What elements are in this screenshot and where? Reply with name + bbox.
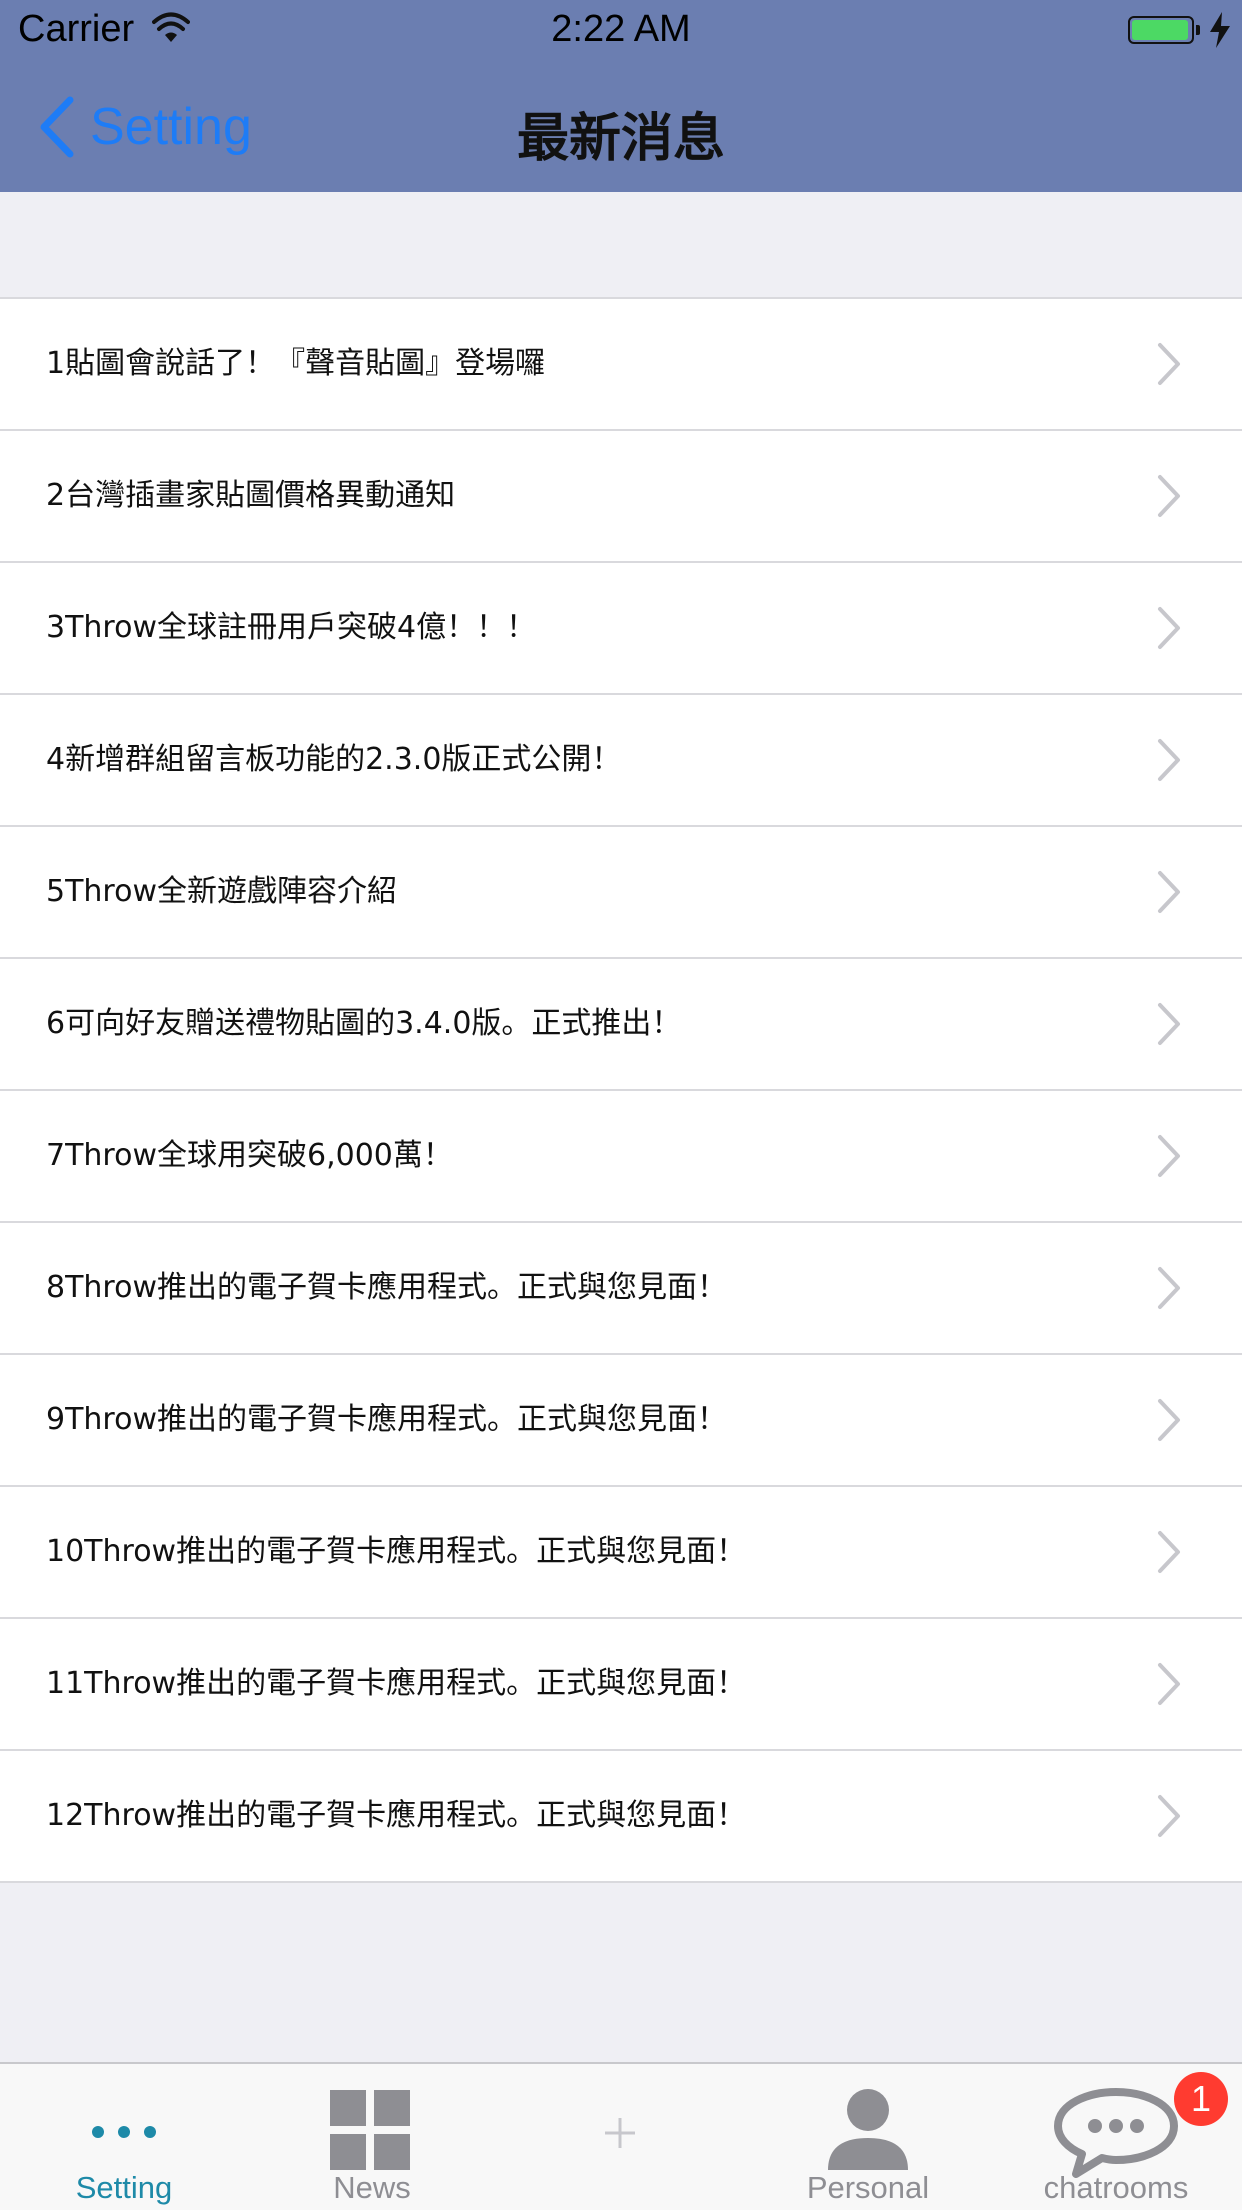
tab-label-news: News [333, 2170, 411, 2205]
navigation-bar: Carrier 2:22 AM Setting 最新消息 [0, 0, 1242, 192]
news-title: 6可向好友贈送禮物貼圖的3.4.0版。正式推出！ [46, 1006, 682, 1041]
tab-label-personal: Personal [806, 2170, 930, 2205]
chevron-right-icon [1158, 1003, 1180, 1045]
news-row[interactable]: 2台灣插畫家貼圖價格異動通知 [0, 431, 1242, 563]
news-row[interactable]: 3Throw全球註冊用戶突破4億！！！ [0, 563, 1242, 695]
grid-icon [330, 2090, 410, 2170]
news-row[interactable]: 5Throw全新遊戲陣容介紹 [0, 827, 1242, 959]
news-row[interactable]: 9Throw推出的電子賀卡應用程式。正式與您見面！ [0, 1355, 1242, 1487]
news-row[interactable]: 4新增群組留言板功能的2.3.0版正式公開！ [0, 695, 1242, 827]
tab-add[interactable] [496, 2064, 744, 2210]
chevron-right-icon [1158, 1135, 1180, 1177]
news-row[interactable]: 6可向好友贈送禮物貼圖的3.4.0版。正式推出！ [0, 959, 1242, 1091]
news-title: 11Throw推出的電子賀卡應用程式。正式與您見面！ [46, 1666, 747, 1701]
news-title: 10Throw推出的電子賀卡應用程式。正式與您見面！ [46, 1534, 747, 1569]
battery-tip [1196, 25, 1200, 35]
news-row[interactable]: 8Throw推出的電子賀卡應用程式。正式與您見面！ [0, 1223, 1242, 1355]
chevron-right-icon [1158, 739, 1180, 781]
status-time: 2:22 AM [551, 8, 691, 50]
status-bar: Carrier 2:22 AM [0, 0, 1242, 60]
news-title: 8Throw推出的電子賀卡應用程式。正式與您見面！ [46, 1270, 727, 1305]
chevron-right-icon [1158, 1531, 1180, 1573]
news-row[interactable]: 10Throw推出的電子賀卡應用程式。正式與您見面！ [0, 1487, 1242, 1619]
news-list: 1貼圖會說話了！『聲音貼圖』登場囉 2台灣插畫家貼圖價格異動通知 3Throw全… [0, 297, 1242, 1883]
chevron-right-icon [1158, 1399, 1180, 1441]
more-dots-icon [92, 2126, 156, 2138]
chevron-right-icon [1158, 1795, 1180, 1837]
news-title: 9Throw推出的電子賀卡應用程式。正式與您見面！ [46, 1402, 727, 1437]
battery-icon [1128, 16, 1194, 44]
chevron-right-icon [1158, 871, 1180, 913]
news-title: 4新增群組留言板功能的2.3.0版正式公開！ [46, 742, 622, 777]
chevron-right-icon [1158, 1267, 1180, 1309]
news-title: 5Throw全新遊戲陣容介紹 [46, 874, 397, 909]
news-title: 2台灣插畫家貼圖價格異動通知 [46, 478, 456, 513]
chevron-right-icon [1158, 475, 1180, 517]
tab-setting[interactable]: Setting [0, 2064, 248, 2210]
chat-badge: 1 [1174, 2072, 1228, 2126]
news-title: 12Throw推出的電子賀卡應用程式。正式與您見面！ [46, 1798, 747, 1833]
tab-personal[interactable]: Personal [744, 2064, 992, 2210]
tab-label-chatrooms: chatrooms [1043, 2170, 1189, 2205]
news-title: 1貼圖會說話了！『聲音貼圖』登場囉 [46, 346, 546, 381]
chevron-right-icon [1158, 343, 1180, 385]
news-title: 7Throw全球用突破6,000萬！ [46, 1138, 453, 1173]
page-title: 最新消息 [516, 109, 725, 169]
tab-label-setting: Setting [75, 2170, 173, 2205]
news-row[interactable]: 11Throw推出的電子賀卡應用程式。正式與您見面！ [0, 1619, 1242, 1751]
tab-news[interactable]: News [248, 2064, 496, 2210]
news-title: 3Throw全球註冊用戶突破4億！！！ [46, 610, 537, 645]
news-row[interactable]: 7Throw全球用突破6,000萬！ [0, 1091, 1242, 1223]
chevron-right-icon [1158, 1663, 1180, 1705]
person-icon [828, 2089, 908, 2170]
charging-bolt-icon [1210, 12, 1230, 48]
news-row[interactable]: 12Throw推出的電子賀卡應用程式。正式與您見面！ [0, 1751, 1242, 1881]
news-row[interactable]: 1貼圖會說話了！『聲音貼圖』登場囉 [0, 299, 1242, 431]
plus-icon [605, 2118, 635, 2148]
chevron-right-icon [1158, 607, 1180, 649]
tab-bar: Setting News Personal chatrooms [0, 2062, 1242, 2210]
